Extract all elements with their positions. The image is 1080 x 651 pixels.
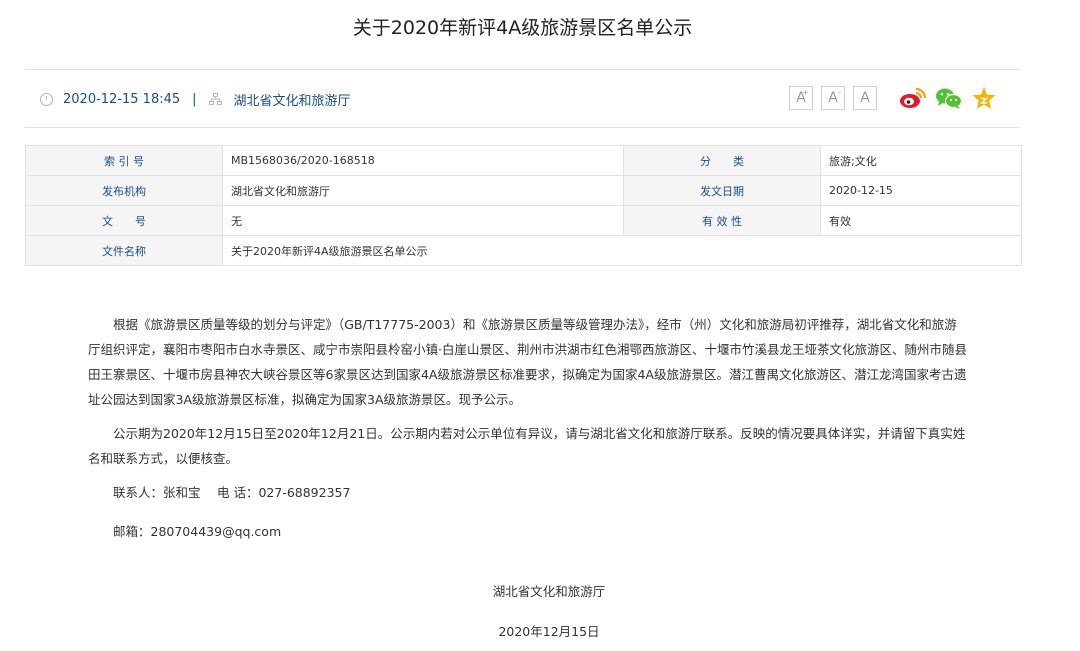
- font-larger-button[interactable]: A +: [789, 86, 813, 110]
- contact-line: 联系人：张和宝 电 话：027-68892357: [113, 485, 351, 500]
- document-info-table: 索 引 号 MB1568036/2020-168518 分 类 旅游;文化 发布…: [25, 145, 1022, 266]
- clock-icon: [40, 92, 53, 106]
- publisher-link[interactable]: 湖北省文化和旅游厅: [234, 90, 351, 109]
- doc-number-value: 无: [222, 205, 624, 236]
- publish-datetime: 2020-12-15 18:45: [63, 91, 181, 107]
- paragraph-period: 公示期为2020年12月15日至2020年12月21日。公示期内若对公示单位有异…: [88, 426, 966, 466]
- font-larger-sup: +: [802, 88, 809, 97]
- font-smaller-label: A: [828, 90, 838, 106]
- validity-label: 有 效 性: [623, 205, 821, 236]
- file-name-value: 关于2020年新评4A级旅游景区名单公示: [222, 235, 1022, 266]
- table-row: 文 号 无 有 效 性 有效: [25, 205, 1022, 236]
- weibo-icon[interactable]: [899, 86, 927, 110]
- table-row: 索 引 号 MB1568036/2020-168518 分 类 旅游;文化: [25, 145, 1022, 176]
- table-row: 文件名称 关于2020年新评4A级旅游景区名单公示: [25, 235, 1022, 266]
- share-group: [899, 86, 997, 110]
- article-meta: 2020-12-15 18:45 | 湖北省文化和旅游厅: [40, 89, 351, 109]
- font-reset-button[interactable]: A: [853, 86, 877, 110]
- signature-org: 湖北省文化和旅游厅: [492, 584, 606, 599]
- paragraph-announcement: 根据《旅游景区质量等级的划分与评定》（GB/T17775-2003）和《旅游景区…: [88, 317, 967, 407]
- file-name-label: 文件名称: [25, 235, 223, 266]
- favorite-star-icon[interactable]: [971, 86, 997, 110]
- article-body: 根据《旅游景区质量等级的划分与评定》（GB/T17775-2003）和《旅游景区…: [88, 312, 968, 558]
- page-title: 关于2020年新评4A级旅游景区名单公示: [352, 17, 693, 39]
- category-label: 分 类: [623, 145, 821, 176]
- category-value: 旅游;文化: [820, 145, 1022, 176]
- wechat-icon[interactable]: [935, 86, 963, 110]
- index-no-label: 索 引 号: [25, 145, 223, 176]
- font-reset-label: A: [860, 90, 870, 106]
- meta-separator: |: [192, 91, 197, 107]
- font-smaller-sup: -: [838, 88, 841, 97]
- table-row: 发布机构 湖北省文化和旅游厅 发文日期 2020-12-15: [25, 175, 1022, 206]
- divider-top: [25, 69, 1020, 70]
- org-icon: [208, 93, 222, 105]
- index-no-value: MB1568036/2020-168518: [222, 145, 624, 176]
- signature-date: 2020年12月15日: [498, 624, 600, 639]
- email-line: 邮箱：280704439@qq.com: [113, 524, 282, 539]
- issuer-value: 湖北省文化和旅游厅: [222, 175, 624, 206]
- font-smaller-button[interactable]: A -: [821, 86, 845, 110]
- issue-date-label: 发文日期: [623, 175, 821, 206]
- article-toolbar: A + A - A: [789, 86, 997, 110]
- issue-date-value: 2020-12-15: [820, 175, 1022, 206]
- doc-number-label: 文 号: [25, 205, 223, 236]
- validity-value: 有效: [820, 205, 1022, 236]
- issuer-label: 发布机构: [25, 175, 223, 206]
- divider-meta: [25, 127, 1020, 128]
